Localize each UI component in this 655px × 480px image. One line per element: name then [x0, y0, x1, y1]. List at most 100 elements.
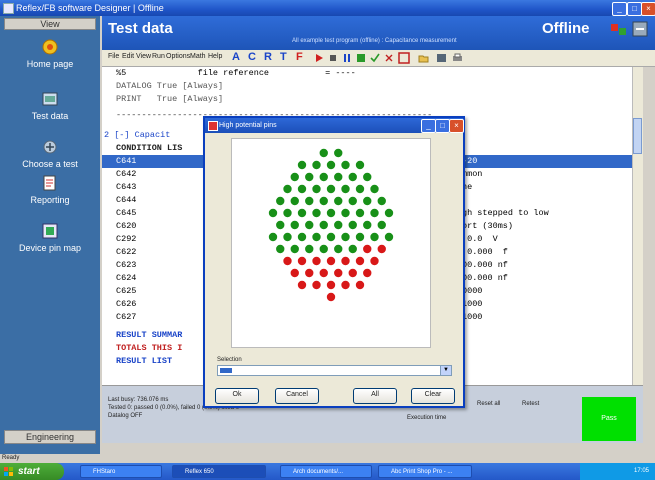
listing-row[interactable]: C623: [116, 259, 136, 272]
minimize-button[interactable]: _: [612, 2, 627, 16]
nav-item-reporting[interactable]: Reporting: [0, 174, 100, 205]
pin-green[interactable]: [370, 208, 379, 218]
pin-green[interactable]: [377, 196, 386, 206]
menu-edit[interactable]: Edit: [122, 53, 134, 60]
pin-red[interactable]: [326, 292, 336, 302]
pin-red[interactable]: [355, 256, 365, 266]
menu-options[interactable]: Options: [166, 53, 190, 60]
pin-green[interactable]: [276, 220, 285, 230]
reset-all-label[interactable]: Reset all: [477, 401, 500, 407]
cross-icon[interactable]: [384, 53, 394, 63]
pin-red[interactable]: [334, 268, 343, 278]
all-button[interactable]: All: [353, 388, 397, 404]
pin-green[interactable]: [283, 208, 292, 218]
pin-green[interactable]: [305, 220, 314, 230]
pin-green[interactable]: [363, 220, 372, 230]
pin-green[interactable]: [319, 220, 328, 230]
pin-red[interactable]: [305, 268, 314, 278]
listing-row[interactable]: C620: [116, 220, 136, 233]
pin-green[interactable]: [312, 184, 321, 194]
listing-row[interactable]: C645: [116, 207, 136, 220]
pin-map[interactable]: [231, 138, 431, 348]
pin-green[interactable]: [348, 220, 357, 230]
pin-red[interactable]: [283, 256, 292, 266]
pin-red[interactable]: [290, 268, 299, 278]
menu-file[interactable]: File: [108, 53, 119, 60]
toolbar-letter-a[interactable]: A: [232, 51, 240, 63]
listing-row[interactable]: C644: [116, 194, 136, 207]
pin-red[interactable]: [363, 244, 372, 254]
pin-green[interactable]: [283, 184, 292, 194]
listing-row[interactable]: C642: [116, 168, 136, 181]
pin-red[interactable]: [341, 256, 350, 266]
pin-green[interactable]: [370, 232, 379, 242]
pin-green[interactable]: [319, 172, 328, 182]
pin-green[interactable]: [384, 232, 394, 242]
pin-green[interactable]: [348, 196, 357, 206]
taskbar-item[interactable]: FHStaro: [80, 465, 162, 478]
pin-green[interactable]: [305, 196, 314, 206]
menu-help[interactable]: Help: [208, 53, 222, 60]
pin-green[interactable]: [341, 184, 350, 194]
section-header[interactable]: 2 [-] Capacit: [104, 129, 170, 142]
pin-green[interactable]: [334, 196, 343, 206]
zoom-icon[interactable]: [398, 52, 410, 64]
start-button[interactable]: start: [0, 463, 64, 480]
settings-icon[interactable]: [632, 21, 648, 37]
pin-green[interactable]: [341, 160, 350, 170]
listing-row[interactable]: C627: [116, 311, 136, 324]
pin-green[interactable]: [297, 184, 307, 194]
retest-label[interactable]: Retest: [522, 401, 539, 407]
menu-run[interactable]: Run: [152, 53, 165, 60]
listing-row[interactable]: C622: [116, 246, 136, 259]
pin-green[interactable]: [276, 196, 285, 206]
nav-item-home-page[interactable]: Home page: [0, 38, 100, 69]
save-icon[interactable]: [356, 53, 366, 63]
pin-grid[interactable]: [232, 139, 430, 347]
pin-green[interactable]: [334, 172, 343, 182]
pin-green[interactable]: [290, 244, 299, 254]
ok-button[interactable]: Ok: [215, 388, 259, 404]
close-button[interactable]: ×: [641, 2, 655, 16]
pin-green[interactable]: [319, 196, 328, 206]
pin-green[interactable]: [305, 172, 314, 182]
toolbar-letter-t[interactable]: T: [280, 51, 287, 63]
pin-red[interactable]: [312, 280, 321, 290]
pin-green[interactable]: [268, 232, 278, 242]
pin-green[interactable]: [355, 184, 365, 194]
pin-green[interactable]: [377, 220, 386, 230]
pin-green[interactable]: [290, 220, 299, 230]
pin-red[interactable]: [319, 268, 328, 278]
pin-red[interactable]: [348, 268, 357, 278]
maximize-button[interactable]: □: [627, 2, 642, 16]
listing-row[interactable]: C625: [116, 285, 136, 298]
dialog-minimize-button[interactable]: _: [421, 119, 436, 133]
pin-green[interactable]: [319, 148, 328, 158]
toolbar-letter-c[interactable]: C: [248, 51, 256, 63]
selection-dropdown-icon[interactable]: ▼: [440, 366, 451, 375]
report-toolbar-icon[interactable]: [436, 53, 447, 63]
pin-green[interactable]: [363, 172, 372, 182]
pin-green[interactable]: [363, 196, 372, 206]
pin-green[interactable]: [326, 184, 336, 194]
menu-math[interactable]: Math: [190, 53, 206, 60]
pin-green[interactable]: [290, 196, 299, 206]
pin-green[interactable]: [355, 232, 365, 242]
pin-red[interactable]: [341, 280, 350, 290]
listing-row[interactable]: C626: [116, 298, 136, 311]
pin-green[interactable]: [305, 244, 314, 254]
toolbar-letter-r[interactable]: R: [264, 51, 272, 63]
pin-red[interactable]: [363, 268, 372, 278]
pin-green[interactable]: [312, 160, 321, 170]
pin-red[interactable]: [326, 256, 336, 266]
toolbar-letter-f[interactable]: F: [296, 51, 303, 63]
pin-green[interactable]: [348, 172, 357, 182]
nav-item-device-pin-map[interactable]: Device pin map: [0, 222, 100, 253]
listing-row[interactable]: C643: [116, 181, 136, 194]
taskbar-item[interactable]: Abc Print Shop Pro - ...: [378, 465, 472, 478]
vertical-scrollbar[interactable]: [632, 67, 643, 385]
pin-green[interactable]: [334, 244, 343, 254]
pause-icon[interactable]: [342, 53, 352, 63]
nav-item-choose-a-test[interactable]: Choose a test: [0, 138, 100, 169]
pin-green[interactable]: [334, 220, 343, 230]
